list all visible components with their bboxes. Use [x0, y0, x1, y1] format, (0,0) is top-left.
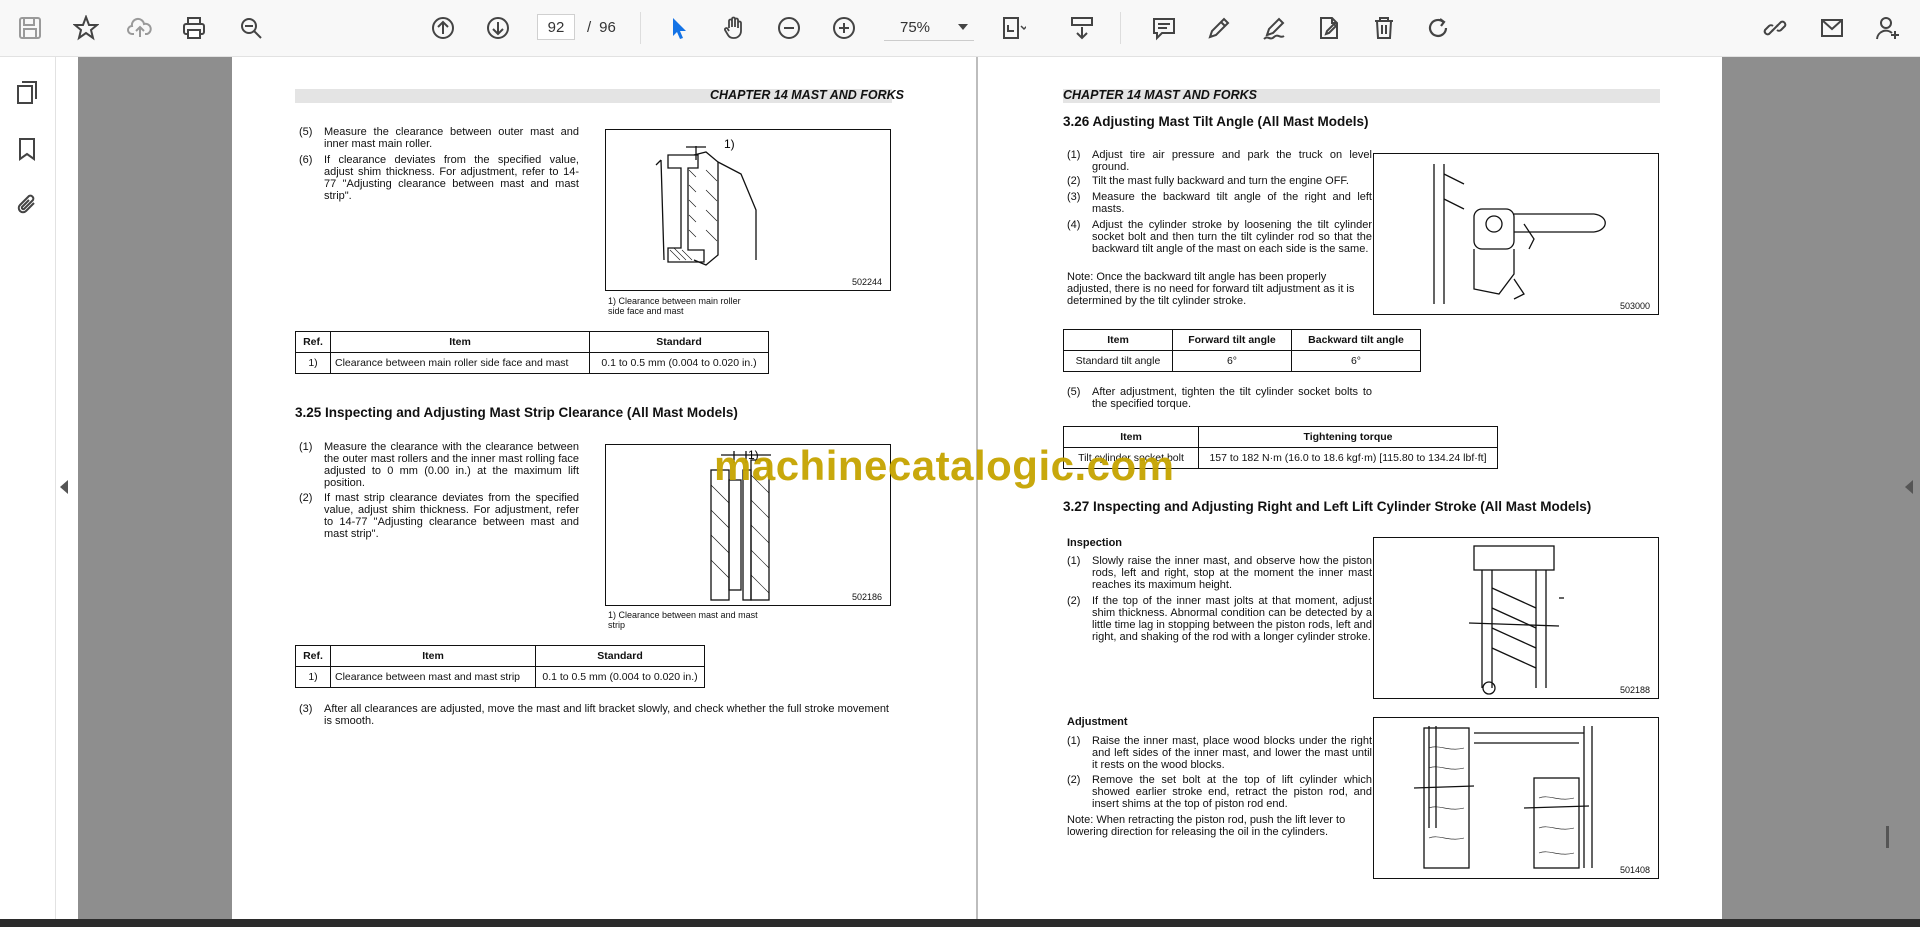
tilt-angle-table: Item Forward tilt angle Backward tilt an…: [1063, 329, 1421, 372]
list-item: (1) Raise the inner mast, place wood blo…: [1067, 735, 1372, 771]
tilt-cylinder-diagram: [1433, 164, 1606, 304]
print-icon[interactable]: [178, 12, 210, 44]
figure-code: 502186: [851, 592, 882, 602]
figure-caption: 1) Clearance between main roller side fa…: [608, 296, 741, 316]
list-item: (6) If clearance deviates from the speci…: [299, 154, 579, 202]
table-row: Standard tilt angle 6° 6°: [1063, 350, 1421, 372]
table-row: 1) Clearance between mast and mast strip…: [295, 666, 705, 688]
clearance-table-mast-strip: Ref. Item Standard 1) Clearance between …: [295, 645, 705, 688]
main-toolbar: / 96 75%: [0, 0, 1920, 57]
list-item: (5) Measure the clearance between outer …: [299, 126, 579, 150]
figure-caption: 1) Clearance between mast and mast strip: [608, 610, 758, 630]
hand-icon[interactable]: [718, 12, 750, 44]
bottom-bar: [0, 919, 1920, 927]
wood-block-diagram: [1413, 726, 1593, 869]
collapse-left-panel-icon[interactable]: [60, 480, 68, 494]
list-item: (2) If mast strip clearance deviates fro…: [299, 492, 579, 540]
page-number-input[interactable]: [537, 14, 575, 40]
note-text: Note: When retracting the piston rod, pu…: [1067, 814, 1346, 838]
edit-pdf-icon[interactable]: [1313, 12, 1345, 44]
figure-label: 1): [724, 137, 735, 151]
list-item: (3) Measure the backward tilt angle of t…: [1067, 191, 1372, 215]
page-total: 96: [599, 18, 616, 36]
figure-main-roller-clearance: 1) 502244: [605, 129, 891, 291]
figure-tilt-cylinder: 503000: [1373, 153, 1659, 315]
section-heading-3-27: 3.27 Inspecting and Adjusting Right and …: [1063, 499, 1592, 514]
figure-lift-cylinder-stroke: 502188: [1373, 537, 1659, 699]
list-item: (5) After adjustment, tighten the tilt c…: [1067, 386, 1372, 410]
lift-mast-diagram: [1468, 545, 1564, 695]
chevron-down-icon: [958, 24, 968, 30]
account-icon[interactable]: [1872, 12, 1904, 44]
redo-icon[interactable]: [1423, 12, 1455, 44]
zoom-in-icon[interactable]: [828, 12, 860, 44]
bookmark-icon[interactable]: [12, 134, 42, 164]
figure-wood-blocks: 501408: [1373, 717, 1659, 879]
clearance-table-main-roller: Ref. Item Standard 1) Clearance between …: [295, 331, 769, 374]
section-heading-3-25: 3.25 Inspecting and Adjusting Mast Strip…: [295, 405, 738, 420]
zoom-out-icon[interactable]: [773, 12, 805, 44]
collapse-right-panel-icon[interactable]: [1905, 480, 1913, 494]
table-row: 1) Clearance between main roller side fa…: [295, 352, 769, 374]
select-cursor-icon[interactable]: [663, 12, 695, 44]
list-item: (2) Tilt the mast fully backward and tur…: [1067, 175, 1349, 187]
fit-page-icon[interactable]: [997, 12, 1029, 44]
subheading-adjustment: Adjustment: [1067, 716, 1128, 728]
left-nav-panel: [0, 57, 56, 919]
figure-code: 502188: [1619, 685, 1650, 695]
save-icon[interactable]: [14, 12, 46, 44]
scrollbar-thumb[interactable]: [1886, 826, 1889, 848]
mast-roller-diagram: 1): [655, 137, 757, 266]
email-icon[interactable]: [1816, 12, 1848, 44]
delete-icon[interactable]: [1368, 12, 1400, 44]
star-icon[interactable]: [70, 12, 102, 44]
list-item: (2) If the top of the inner mast jolts a…: [1067, 595, 1372, 643]
chapter-header-right: CHAPTER 14 MAST AND FORKS: [1063, 88, 1257, 102]
figure-code: 502244: [851, 277, 882, 287]
list-item: (1) Measure the clearance with the clear…: [299, 441, 579, 489]
list-item: (1) Adjust tire air pressure and park th…: [1067, 149, 1372, 173]
attachment-icon[interactable]: [12, 190, 42, 220]
subheading-inspection: Inspection: [1067, 537, 1123, 549]
thumbnails-icon[interactable]: [12, 77, 42, 107]
cloud-upload-icon[interactable]: [124, 12, 156, 44]
zoom-value: 75%: [900, 18, 931, 36]
comment-icon[interactable]: [1148, 12, 1180, 44]
watermark-text: machinecatalogic.com: [714, 442, 1175, 489]
pen-icon[interactable]: [1203, 12, 1235, 44]
section-heading-3-26: 3.26 Adjusting Mast Tilt Angle (All Mast…: [1063, 114, 1369, 129]
page-up-icon[interactable]: [427, 12, 459, 44]
chapter-header-left: CHAPTER 14 MAST AND FORKS: [710, 88, 904, 102]
list-item: (1) Slowly raise the inner mast, and obs…: [1067, 555, 1372, 591]
list-item: (2) Remove the set bolt at the top of li…: [1067, 774, 1372, 810]
note-text: Note: Once the backward tilt angle has b…: [1067, 271, 1355, 307]
page-down-icon[interactable]: [482, 12, 514, 44]
zoom-search-icon[interactable]: [235, 12, 267, 44]
sign-icon[interactable]: [1258, 12, 1290, 44]
figure-code: 501408: [1619, 865, 1650, 875]
list-item: (3) After all clearances are adjusted, m…: [299, 703, 889, 727]
page-indicator: / 96: [537, 14, 616, 40]
page-separator: /: [587, 18, 592, 36]
figure-code: 503000: [1619, 301, 1650, 311]
share-link-icon[interactable]: [1759, 12, 1791, 44]
zoom-select[interactable]: 75%: [884, 14, 974, 41]
list-item: (4) Adjust the cylinder stroke by loosen…: [1067, 219, 1372, 255]
scroll-mode-icon[interactable]: [1066, 12, 1098, 44]
